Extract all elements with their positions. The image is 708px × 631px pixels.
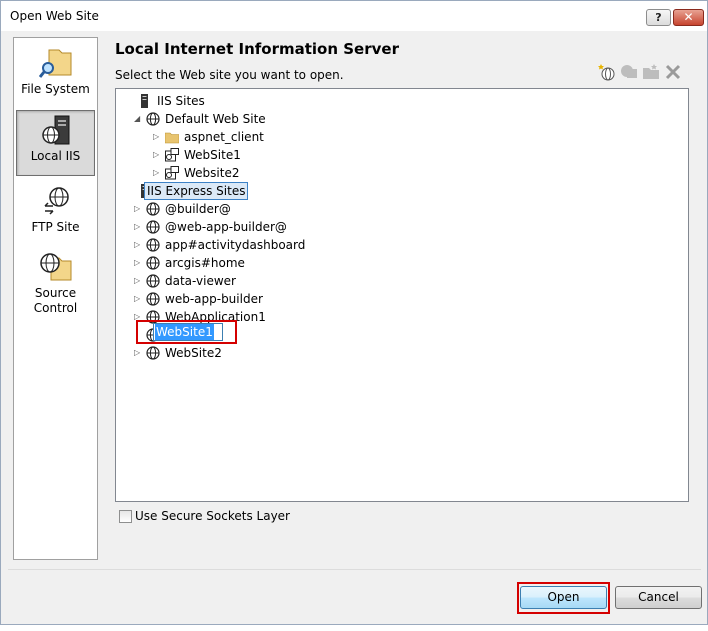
create-virtual-directory-icon[interactable] <box>620 63 638 81</box>
sidebar-item-source-control[interactable]: Source Control <box>16 246 95 316</box>
source-control-icon <box>39 253 71 281</box>
ssl-checkbox[interactable] <box>119 510 132 523</box>
globe-icon <box>146 274 160 288</box>
tree-node-label: IIS Sites <box>157 94 205 108</box>
delete-icon[interactable] <box>664 63 682 81</box>
sidebar-label: File System <box>21 82 90 96</box>
web-app-icon <box>165 148 179 162</box>
create-web-application-icon[interactable] <box>598 63 616 81</box>
tree-node-label: IIS Express Sites <box>144 182 249 200</box>
file-system-icon <box>38 49 71 78</box>
tree-expander-icon[interactable]: ◢ <box>134 110 143 128</box>
globe-icon <box>146 238 160 252</box>
location-sidebar: File System Local IIS FTP Site Source Co… <box>13 37 98 560</box>
open-button[interactable]: Open <box>520 586 607 609</box>
rename-value: WebSite1 <box>155 324 214 340</box>
tree-node-label: app#activitydashboard <box>165 238 306 252</box>
open-web-site-dialog: Open Web Site ? ✕ File System Local IIS … <box>0 0 708 625</box>
tree-expander-icon[interactable]: ▷ <box>153 146 162 164</box>
globe-icon <box>146 220 160 234</box>
tree-node-label: data-viewer <box>165 274 236 288</box>
tree-expander-icon[interactable]: ▷ <box>134 254 143 272</box>
tree-node-label: @web-app-builder@ <box>165 220 287 234</box>
cancel-button[interactable]: Cancel <box>615 586 702 609</box>
sidebar-label: FTP Site <box>31 220 80 234</box>
tree-expander-icon[interactable]: ▷ <box>134 200 143 218</box>
tree-node-label: WebSite2 <box>165 346 222 360</box>
instruction-text: Select the Web site you want to open. <box>115 68 344 82</box>
tree-node-label: @builder@ <box>165 202 231 216</box>
sidebar-item-file-system[interactable]: File System <box>16 42 95 104</box>
tree-expander-icon[interactable]: ▷ <box>134 290 143 308</box>
site-tree[interactable]: IIS Sites ◢ Default Web Site ▷ aspnet_client… <box>115 88 689 502</box>
dialog-content: File System Local IIS FTP Site Source Co… <box>8 31 702 623</box>
tree-node-label: Website2 <box>184 166 240 180</box>
globe-icon <box>146 112 160 126</box>
local-iis-icon <box>41 115 69 145</box>
window-title: Open Web Site <box>10 9 99 23</box>
sidebar-item-local-iis[interactable]: Local IIS <box>16 110 95 176</box>
title-bar: Open Web Site ? ✕ <box>1 1 707 31</box>
globe-icon <box>146 202 160 216</box>
tree-toolbar <box>598 63 688 81</box>
globe-icon <box>146 346 160 360</box>
tree-node-label: Default Web Site <box>165 112 266 126</box>
footer-divider <box>8 569 701 570</box>
globe-icon <box>146 292 160 306</box>
tree-expander-icon[interactable]: ▷ <box>134 344 143 362</box>
help-button[interactable]: ? <box>646 9 671 26</box>
ssl-label: Use Secure Sockets Layer <box>135 509 290 523</box>
tree-node-label: arcgis#home <box>165 256 245 270</box>
page-title: Local Internet Information Server <box>115 40 399 58</box>
sidebar-item-ftp-site[interactable]: FTP Site <box>16 180 95 242</box>
tree-node-label: web-app-builder <box>165 292 263 306</box>
tree-expander-icon[interactable]: ▷ <box>134 236 143 254</box>
folder-icon <box>165 132 179 144</box>
globe-icon <box>146 256 160 270</box>
tree-node-label: WebSite1 <box>184 148 241 162</box>
tree-expander-icon[interactable]: ▷ <box>134 272 143 290</box>
sidebar-label: Local IIS <box>30 149 81 163</box>
server-icon <box>141 94 148 108</box>
tree-expander-icon[interactable]: ▷ <box>134 218 143 236</box>
tree-expander-icon[interactable]: ▷ <box>153 164 162 182</box>
ftp-site-icon <box>43 187 69 215</box>
tree-node-label: aspnet_client <box>184 130 264 144</box>
tree-expander-icon[interactable]: ▷ <box>153 128 162 146</box>
web-app-icon <box>165 166 179 180</box>
sidebar-label: Source Control <box>33 286 78 315</box>
new-folder-icon[interactable] <box>642 63 660 81</box>
rename-input[interactable]: WebSite1 <box>153 323 223 341</box>
close-button[interactable]: ✕ <box>673 9 704 26</box>
